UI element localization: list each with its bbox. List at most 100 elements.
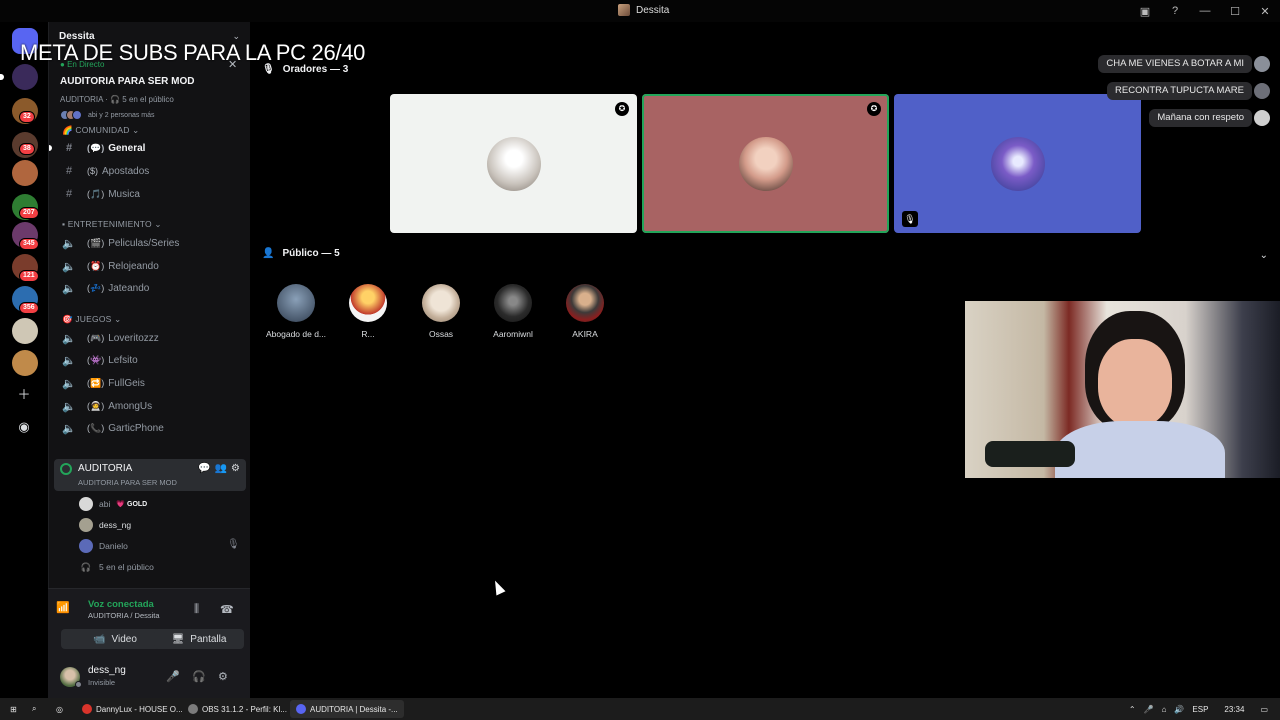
avatar	[79, 518, 93, 532]
channel-lefsito[interactable]: 🔈 (👾) Lefsito	[55, 350, 245, 370]
speaker-icon: 🔈	[62, 260, 76, 273]
unread-indicator	[49, 145, 52, 151]
chat-avatar	[1254, 83, 1270, 99]
webcam-person-body	[1055, 421, 1225, 478]
microphone-icon[interactable]: 🎤	[166, 670, 180, 683]
channel-emoji: (💬)	[87, 142, 105, 153]
audience-name: Abogado de d...	[265, 329, 327, 339]
disconnect-icon[interactable]: ☎	[220, 603, 234, 616]
gear-icon[interactable]: ⚙	[231, 463, 240, 474]
webcam-microphone	[985, 441, 1075, 467]
channel-jateando[interactable]: 🔈 (💤) Jateando	[55, 278, 245, 298]
search-icon[interactable]: ⌕	[26, 700, 42, 718]
category-entretenimiento[interactable]: ▪ ENTRETENIMIENTO ⌄	[62, 219, 162, 230]
channel-amongus[interactable]: 🔈 (🧑‍🚀) AmongUs	[55, 396, 245, 416]
channel-peliculas[interactable]: 🔈 (🎬) Peliculas/Series	[55, 233, 245, 253]
server-badge: 356	[19, 302, 39, 314]
discover-icon[interactable]: ◉	[16, 419, 32, 435]
channel-garticphone[interactable]: 🔈 (📞) GarticPhone	[55, 418, 245, 438]
stage-avatars	[60, 110, 82, 120]
headphones-icon[interactable]: 🎧	[192, 670, 206, 683]
category-juegos[interactable]: 🎯 JUEGOS ⌄	[62, 314, 121, 325]
chat-icon[interactable]: 💬	[198, 463, 210, 474]
notification-icon[interactable]: ▭	[1260, 705, 1268, 714]
voice-user[interactable]: abi 💗 GOLD	[79, 495, 147, 513]
chat-avatar	[1254, 56, 1270, 72]
user-name[interactable]: dess_ng	[88, 665, 126, 676]
start-button[interactable]: ⊞	[4, 700, 23, 718]
taskbar-item[interactable]: AUDITORIA | Dessita -...	[290, 700, 404, 718]
connection-signal-icon[interactable]: 📶	[56, 601, 70, 614]
channel-relojeando[interactable]: 🔈 (⏰) Relojeando	[55, 256, 245, 276]
chat-message: RECONTRA TUPUCTA MARE	[1107, 82, 1252, 100]
voice-user[interactable]: Danielo	[79, 537, 128, 555]
audience-count[interactable]: 🎧 5 en el público	[79, 558, 154, 576]
stage-channel-name: AUDITORIA	[78, 463, 133, 474]
help-icon[interactable]: ?	[1160, 0, 1190, 22]
audience-member[interactable]: AKIRA	[550, 284, 620, 339]
taskbar-item[interactable]: OBS 31.1.2 - Perfil: Kl...	[182, 700, 293, 718]
whatsapp-icon[interactable]: ◎	[50, 700, 69, 718]
language-indicator[interactable]: ESP	[1192, 705, 1208, 714]
network-icon[interactable]: ⌂	[1162, 705, 1167, 714]
avatar	[277, 284, 315, 322]
gear-icon[interactable]: ⚙	[218, 670, 228, 683]
stage-title: AUDITORIA PARA SER MOD	[60, 76, 195, 87]
voice-connected-location[interactable]: AUDITORIA / Dessita	[88, 611, 160, 620]
category-comunidad[interactable]: 🌈 COMUNIDAD ⌄	[62, 125, 139, 136]
voice-user[interactable]: dess_ng	[79, 516, 131, 534]
chevron-up-icon[interactable]: ⌃	[1129, 705, 1136, 714]
channel-emoji: (👾)	[87, 354, 105, 365]
inbox-icon[interactable]: ▣	[1130, 0, 1160, 22]
video-button[interactable]: 📹 Video	[61, 629, 169, 649]
add-server-icon[interactable]: ＋	[16, 387, 32, 403]
chevron-down-icon[interactable]: ⌄	[1260, 250, 1268, 261]
server-badge: 38	[19, 143, 35, 155]
maximize-button[interactable]: ☐	[1220, 0, 1250, 22]
audience-member[interactable]: Aaromiwnl	[478, 284, 548, 339]
avatar	[422, 284, 460, 322]
avatar	[738, 136, 793, 191]
clock[interactable]: 23:34	[1224, 705, 1244, 714]
voice-connected-title[interactable]: Voz conectada	[88, 599, 154, 610]
channel-loveritozzz[interactable]: 🔈 (🎮) Loveritozzz	[55, 328, 245, 348]
channel-apostados[interactable]: # ($) Apostados	[55, 161, 245, 181]
speaker-icon: 🔈	[62, 237, 76, 250]
voice-user-name: abi	[99, 499, 111, 509]
channel-fullgeis[interactable]: 🔈 (🔁) FullGeis	[55, 373, 245, 393]
server-icon[interactable]	[12, 64, 38, 90]
audience-member[interactable]: R...	[333, 284, 403, 339]
server-icon[interactable]	[12, 318, 38, 344]
server-icon[interactable]	[12, 350, 38, 376]
invite-icon[interactable]: 👥	[215, 463, 227, 474]
minimize-button[interactable]: —	[1190, 0, 1220, 22]
audience-header: 👤 Público — 5	[262, 248, 340, 259]
moderator-badge-icon: ✪	[615, 102, 629, 116]
audience-header-label: Público — 5	[282, 248, 340, 259]
audience-member[interactable]: Ossas	[406, 284, 476, 339]
chat-message: Mañana con respeto	[1149, 109, 1252, 127]
server-rail: 32 38 207 345 121 356 ＋ ◉	[0, 22, 48, 698]
channel-general[interactable]: # (💬) General	[55, 138, 245, 158]
audience-name: R...	[361, 329, 375, 339]
server-icon[interactable]	[12, 160, 38, 186]
channel-label: AmongUs	[108, 400, 153, 412]
speaker-icon: 🔈	[62, 422, 76, 435]
speaker-icon: 🔈	[62, 332, 76, 345]
audience-count-label: 5 en el público	[99, 562, 154, 572]
microphone-icon[interactable]: 🎤	[1144, 705, 1154, 714]
stage-channel-auditoria[interactable]: AUDITORIA AUDITORIA PARA SER MOD 💬 👥 ⚙	[54, 459, 246, 491]
audience-member[interactable]: Abogado de d...	[261, 284, 331, 339]
taskbar-item[interactable]: DannyLux - HOUSE O...	[76, 700, 189, 718]
channel-musica[interactable]: # (🎵) Musica	[55, 184, 245, 204]
video-off-icon: 📹	[93, 633, 106, 645]
speaker-tile[interactable]: ✪	[642, 94, 889, 233]
speaker-tile[interactable]: ✪	[390, 94, 637, 233]
screen-share-button[interactable]: 🖥 Pantalla	[154, 629, 244, 649]
speaker-tile[interactable]: 🎙	[894, 94, 1141, 233]
avatar	[79, 539, 93, 553]
close-button[interactable]: ✕	[1250, 0, 1280, 22]
channel-emoji: (⏰)	[87, 260, 105, 271]
noise-suppression-icon[interactable]: ⫼	[194, 603, 199, 616]
volume-icon[interactable]: 🔊	[1174, 705, 1184, 714]
